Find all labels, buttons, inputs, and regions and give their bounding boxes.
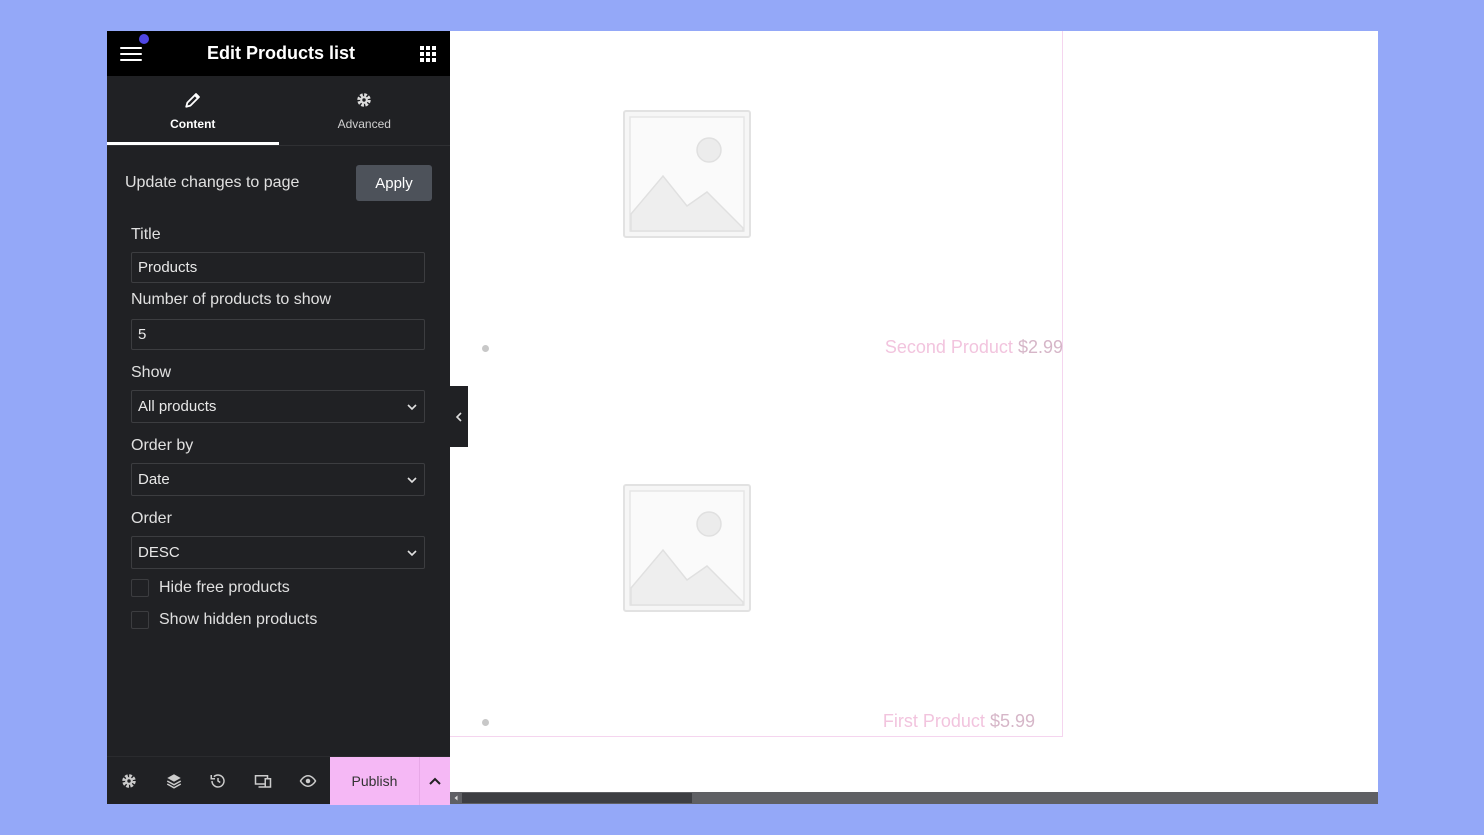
apply-row: Update changes to page Apply (107, 146, 450, 201)
responsive-icon[interactable] (241, 757, 286, 805)
number-input[interactable] (131, 319, 425, 350)
notification-dot (139, 34, 149, 44)
order-label: Order (131, 510, 172, 527)
panel-title: Edit Products list (206, 43, 356, 63)
hide-free-label: Hide free products (159, 579, 290, 596)
tab-advanced-label: Advanced (337, 116, 391, 131)
hide-free-checkbox[interactable] (131, 579, 149, 597)
publish-button[interactable]: Publish (329, 756, 419, 805)
scroll-left-arrow-icon[interactable] (450, 792, 462, 804)
products-list-widget[interactable]: Second Product $2.99 First Product $5.99 (450, 31, 1063, 737)
preview-canvas: Second Product $2.99 First Product $5.99 (450, 31, 1378, 804)
image-placeholder-icon (623, 110, 751, 238)
show-hidden-row: Show hidden products (131, 607, 426, 633)
chevron-up-icon (429, 777, 441, 785)
pencil-icon (185, 92, 200, 108)
product-info: Second Product $2.99 (885, 337, 1063, 358)
list-item: First Product $5.99 (450, 384, 1063, 737)
orderby-select[interactable]: Date (131, 463, 425, 496)
tab-content-label: Content (170, 116, 216, 131)
apply-button[interactable]: Apply (356, 165, 432, 201)
list-bullet (482, 345, 489, 352)
scrollbar-thumb[interactable] (462, 793, 692, 803)
panel-header: Edit Products list (107, 31, 450, 76)
history-icon[interactable] (196, 757, 241, 805)
list-item: Second Product $2.99 (450, 31, 1063, 384)
layers-icon[interactable] (152, 757, 197, 805)
gear-icon (357, 92, 371, 107)
orderby-label: Order by (131, 437, 194, 454)
horizontal-scrollbar[interactable] (450, 792, 1378, 804)
publish-options-button[interactable] (418, 756, 450, 805)
product-name-link[interactable]: Second Product (885, 337, 1013, 357)
hamburger-menu-icon[interactable] (120, 46, 142, 62)
hide-free-row: Hide free products (131, 575, 426, 601)
chevron-down-icon (407, 476, 417, 483)
product-price: $2.99 (1017, 337, 1063, 357)
product-name-link[interactable]: First Product (883, 711, 985, 731)
panel-footer: Publish (107, 756, 450, 805)
preview-icon[interactable] (285, 757, 330, 805)
tab-advanced[interactable]: Advanced (279, 76, 451, 145)
order-select[interactable]: DESC (131, 536, 425, 569)
show-hidden-checkbox[interactable] (131, 611, 149, 629)
chevron-down-icon (407, 549, 417, 556)
settings-form: Title Number of products to show Show Al… (107, 226, 450, 633)
editor-window: Edit Products list Content Advanced Upda… (107, 31, 1378, 805)
settings-icon[interactable] (107, 757, 152, 805)
apply-label: Update changes to page (125, 174, 300, 191)
title-input[interactable] (131, 252, 425, 283)
tab-content[interactable]: Content (107, 76, 279, 145)
widgets-grid-icon[interactable] (420, 45, 436, 62)
panel-tabs: Content Advanced (107, 76, 450, 146)
number-label: Number of products to show (131, 291, 332, 308)
chevron-down-icon (407, 403, 417, 410)
list-bullet (482, 719, 489, 726)
image-placeholder-icon (623, 484, 751, 612)
show-label: Show (131, 364, 172, 381)
chevron-left-icon (455, 411, 462, 422)
show-hidden-label: Show hidden products (159, 611, 318, 628)
order-select-value: DESC (138, 544, 180, 561)
show-select[interactable]: All products (131, 390, 425, 423)
product-price: $5.99 (989, 711, 1035, 731)
title-label: Title (131, 226, 161, 243)
product-info: First Product $5.99 (883, 711, 1035, 732)
orderby-select-value: Date (138, 471, 170, 488)
show-select-value: All products (138, 398, 217, 415)
editor-panel: Edit Products list Content Advanced Upda… (107, 31, 468, 805)
collapse-panel-button[interactable] (450, 386, 468, 447)
